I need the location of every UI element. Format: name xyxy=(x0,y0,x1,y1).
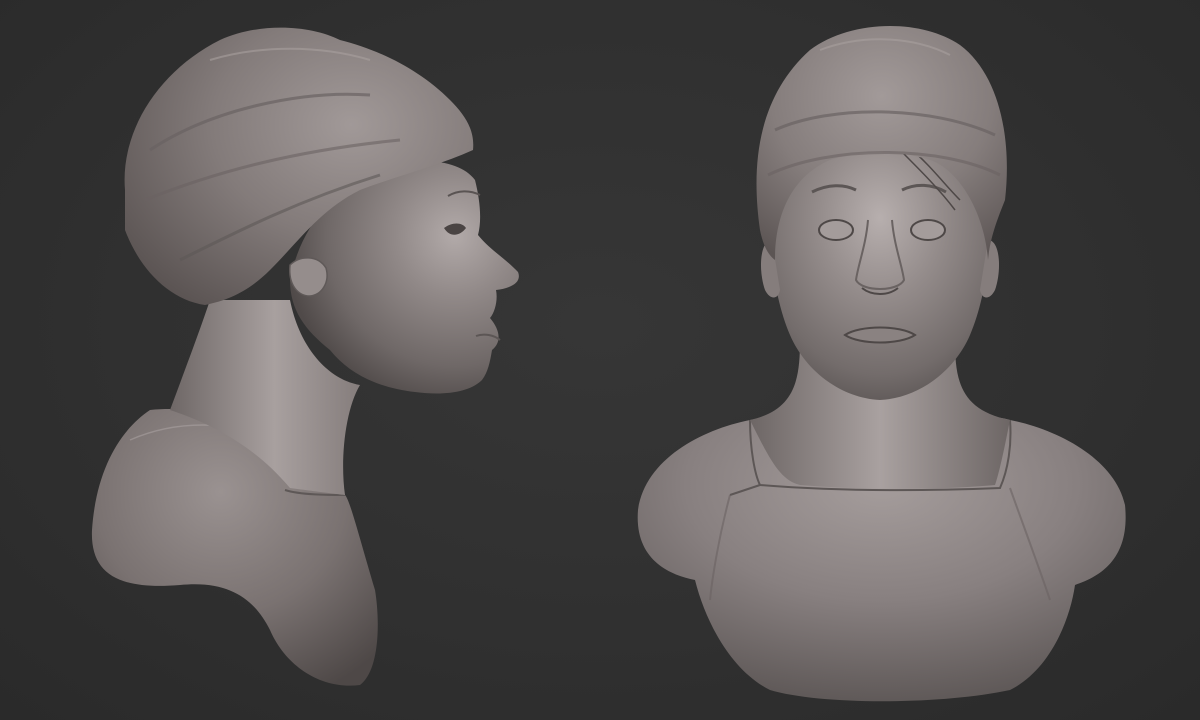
front-eye-left xyxy=(818,219,854,241)
front-view xyxy=(600,0,1200,720)
front-mouth xyxy=(843,326,917,344)
front-eye-right xyxy=(910,219,946,241)
viewport-canvas xyxy=(0,0,1200,720)
side-view xyxy=(0,0,600,720)
profile-bust-render xyxy=(91,27,519,686)
front-bust-render xyxy=(637,26,1126,702)
